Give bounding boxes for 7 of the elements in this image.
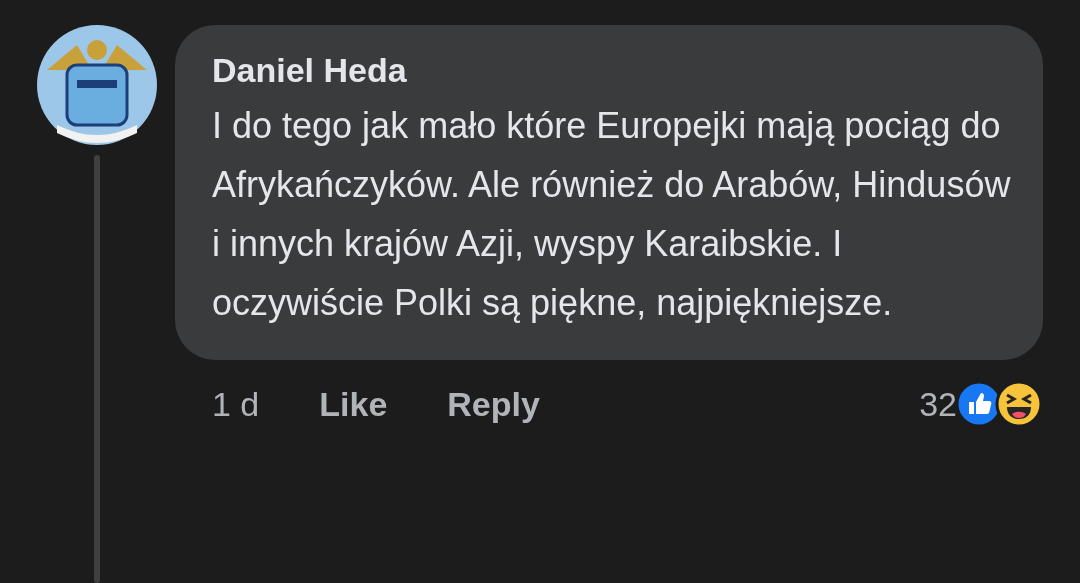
reply-link[interactable]: Reply xyxy=(447,384,540,424)
comment-text: I do tego jak mało które Europejki mają pociąg do Afrykańczyków. Ale również do Arabów, Hindusów i innych krajów Azji, wyspy Karaibskie. I oczywiście Polki są piękne, najpiękniejsze. xyxy=(212,104,1012,325)
reaction-count: 32 xyxy=(919,384,957,424)
laughing-emoji-icon xyxy=(995,380,1043,428)
like-link[interactable]: Like xyxy=(319,384,388,424)
author-name: Daniel Heda xyxy=(212,51,408,90)
comment-time: 1 d xyxy=(212,384,260,424)
